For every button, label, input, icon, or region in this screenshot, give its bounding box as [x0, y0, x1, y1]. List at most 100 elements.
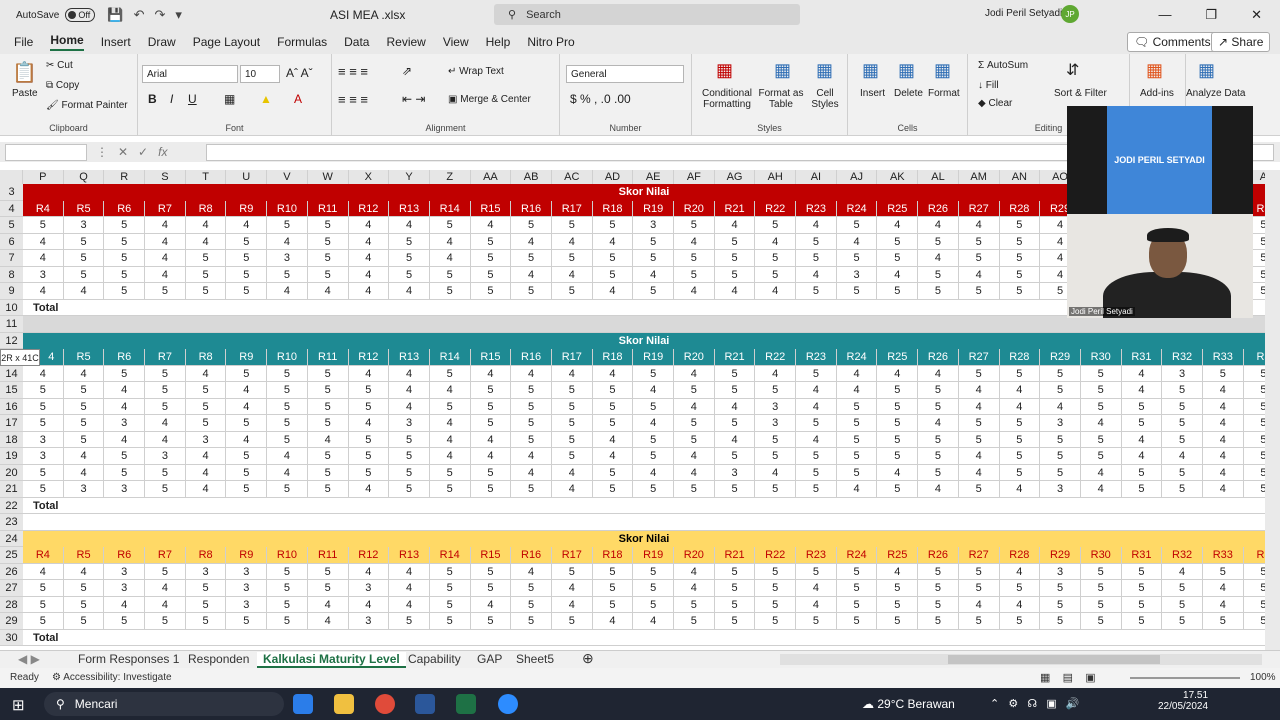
cell[interactable]: 4: [714, 431, 756, 448]
cell[interactable]: 5: [185, 266, 227, 283]
cell[interactable]: R29: [1040, 547, 1081, 564]
cell[interactable]: 5: [185, 596, 227, 613]
cell[interactable]: R25: [877, 200, 919, 217]
row-number[interactable]: 27: [0, 580, 23, 597]
cell[interactable]: 4: [429, 448, 471, 465]
cell[interactable]: 3: [104, 563, 146, 580]
cell[interactable]: R33: [1202, 547, 1244, 564]
cell[interactable]: 4: [796, 398, 837, 415]
indent-icon[interactable]: ⇤ ⇥: [402, 92, 425, 106]
cell[interactable]: 4: [958, 464, 1000, 481]
cell[interactable]: 5: [511, 398, 552, 415]
cell[interactable]: 4: [23, 283, 64, 300]
delete-cells-button[interactable]: Delete: [894, 88, 923, 99]
cell[interactable]: 5: [714, 382, 756, 399]
sort-filter-button[interactable]: Sort & Filter: [1054, 88, 1107, 99]
cell[interactable]: 5: [999, 266, 1041, 283]
cell[interactable]: 5: [511, 217, 552, 234]
cell[interactable]: 5: [470, 266, 512, 283]
font-grow-icon[interactable]: Aˆ Aˇ: [286, 66, 313, 80]
cell[interactable]: 4: [958, 398, 1000, 415]
cell[interactable]: 4: [348, 365, 390, 382]
borders-icon[interactable]: ▦: [224, 92, 235, 106]
cell[interactable]: 3: [348, 580, 390, 597]
cell[interactable]: 4: [674, 448, 715, 465]
cell[interactable]: 4: [755, 233, 797, 250]
cell[interactable]: 4: [633, 415, 674, 432]
cell[interactable]: 5: [918, 283, 959, 300]
cell[interactable]: 5: [958, 415, 1000, 432]
cell[interactable]: 4: [511, 233, 552, 250]
cell[interactable]: 5: [185, 250, 227, 267]
cell[interactable]: 5: [714, 250, 756, 267]
cell[interactable]: 5: [551, 398, 593, 415]
cell[interactable]: R31: [1121, 547, 1163, 564]
cell[interactable]: R6: [104, 349, 146, 366]
cell[interactable]: 5: [1243, 432, 1265, 448]
cell[interactable]: 4: [1202, 596, 1244, 613]
cell[interactable]: 4: [145, 415, 186, 432]
cell[interactable]: 5: [714, 481, 756, 498]
cell[interactable]: 5: [429, 481, 471, 498]
cell[interactable]: R4: [23, 547, 64, 564]
row-number[interactable]: 15: [0, 382, 23, 399]
cell[interactable]: 5: [714, 563, 756, 580]
cell[interactable]: 5: [389, 613, 430, 630]
cell[interactable]: R19: [633, 200, 674, 217]
cell[interactable]: 4: [551, 464, 593, 481]
cell[interactable]: 5: [470, 580, 512, 597]
cell[interactable]: 4: [836, 365, 878, 382]
cell[interactable]: 5: [633, 448, 674, 465]
cell[interactable]: 4: [796, 596, 837, 613]
cell[interactable]: 3: [104, 580, 146, 597]
cell[interactable]: 5: [307, 580, 349, 597]
cell[interactable]: 5: [714, 365, 756, 382]
autosave[interactable]: AutoSave Off: [16, 8, 96, 22]
cell[interactable]: 5: [796, 448, 837, 465]
cell[interactable]: 5: [389, 250, 430, 267]
redo-icon[interactable]: ↷: [154, 7, 165, 23]
cell[interactable]: 5: [1040, 580, 1081, 597]
cell[interactable]: 5: [267, 398, 308, 415]
cell[interactable]: 5: [958, 431, 1000, 448]
cell[interactable]: 5: [511, 382, 552, 399]
sheet-tab-kalkulasi[interactable]: Kalkulasi Maturity Level: [257, 652, 406, 668]
cell[interactable]: 4: [185, 448, 227, 465]
cell[interactable]: 5: [267, 382, 308, 399]
cell[interactable]: 5: [1080, 596, 1122, 613]
tab-nitro-pro[interactable]: Nitro Pro: [527, 35, 574, 49]
cell[interactable]: 5: [796, 613, 837, 630]
row-number[interactable]: 18: [0, 431, 23, 448]
cell[interactable]: 5: [551, 415, 593, 432]
column-header[interactable]: Y: [389, 170, 430, 184]
cell[interactable]: R20: [674, 349, 715, 366]
column-header[interactable]: AC: [552, 170, 593, 184]
cell[interactable]: 5: [1243, 597, 1265, 613]
row-number[interactable]: 17: [0, 415, 23, 432]
cell[interactable]: 5: [714, 266, 756, 283]
cell[interactable]: 4: [551, 266, 593, 283]
cell[interactable]: 5: [185, 382, 227, 399]
cell[interactable]: 5: [429, 596, 471, 613]
cell[interactable]: 3: [104, 481, 146, 498]
cell[interactable]: 5: [592, 580, 634, 597]
cell[interactable]: 4: [63, 365, 105, 382]
cell[interactable]: R18: [592, 349, 634, 366]
cell[interactable]: 3: [1162, 365, 1203, 382]
cell[interactable]: 5: [592, 563, 634, 580]
cell[interactable]: R12: [348, 349, 390, 366]
cell[interactable]: 5: [1040, 596, 1081, 613]
row-number[interactable]: 7: [0, 250, 23, 267]
cell[interactable]: 5: [755, 580, 797, 597]
clock[interactable]: 17.51 22/05/2024: [1158, 690, 1208, 712]
format-as-table-button[interactable]: Format as Table: [758, 88, 804, 110]
cell[interactable]: 5: [1040, 613, 1081, 630]
cell[interactable]: 4: [1202, 464, 1244, 481]
column-header[interactable]: AA: [471, 170, 512, 184]
cell[interactable]: 4: [592, 448, 634, 465]
row-number[interactable]: 9: [0, 283, 23, 300]
cell[interactable]: 5: [877, 283, 919, 300]
cell[interactable]: 4: [23, 563, 64, 580]
cell[interactable]: 5: [267, 563, 308, 580]
cell[interactable]: 4: [267, 233, 308, 250]
